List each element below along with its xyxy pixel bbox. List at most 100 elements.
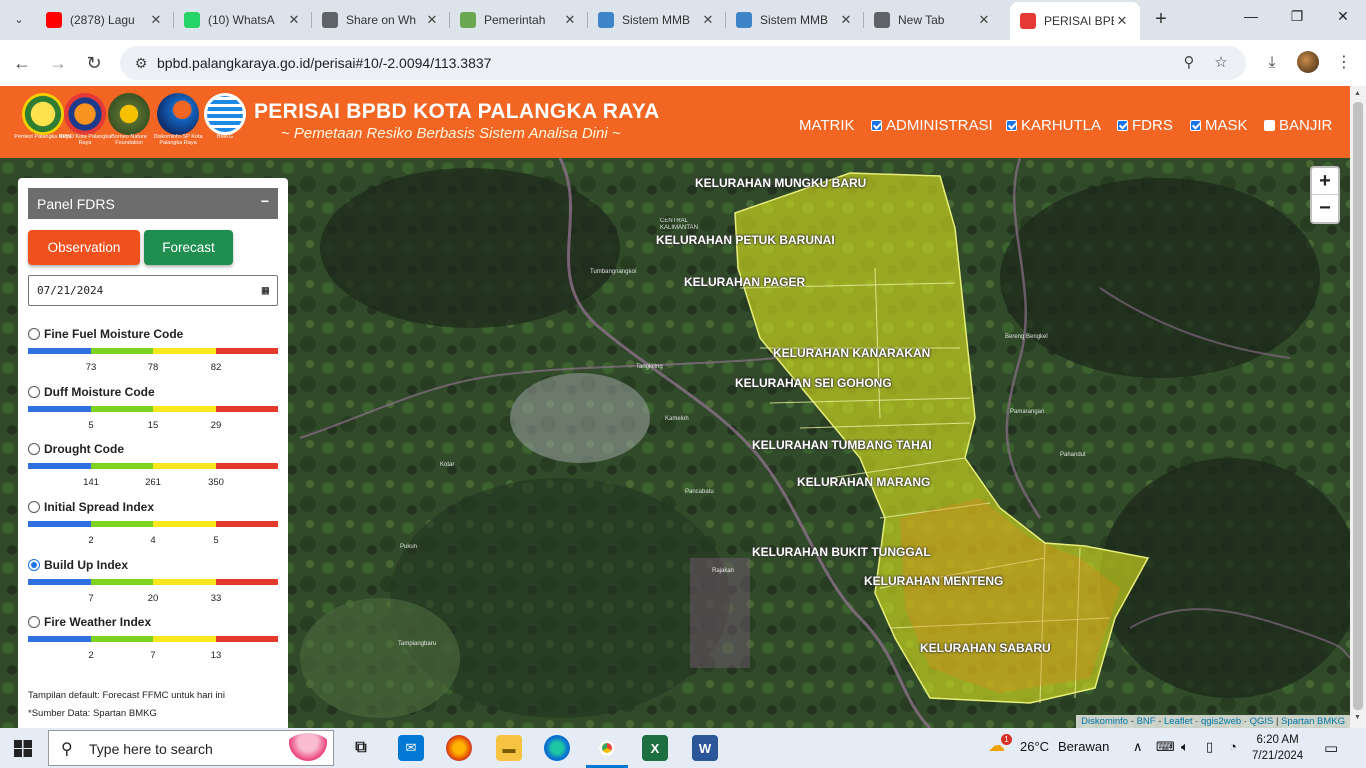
- battery-icon[interactable]: ▯: [1206, 739, 1213, 755]
- kelurahan-label[interactable]: KELURAHAN MUNGKU BARU: [695, 176, 866, 190]
- browser-tab[interactable]: Pemerintah ✕: [450, 4, 588, 36]
- reload-button[interactable]: ↻: [83, 52, 105, 74]
- edge-icon[interactable]: [544, 735, 570, 761]
- nav-item-fdrs[interactable]: FDRS: [1117, 117, 1173, 134]
- mail-icon[interactable]: ✉: [398, 735, 424, 761]
- browser-tab[interactable]: New Tab ✕: [864, 4, 1002, 36]
- zoom-out-button[interactable]: −: [1312, 195, 1338, 222]
- nav-item-matrik[interactable]: MATRIK: [799, 117, 855, 134]
- tab-close-icon[interactable]: ✕: [700, 12, 716, 28]
- attribution-link[interactable]: qgis2web: [1201, 716, 1241, 727]
- notification-icon[interactable]: ▭: [1324, 739, 1338, 757]
- browser-tab[interactable]: (2878) Lagu ✕: [36, 4, 174, 36]
- system-clock[interactable]: 6:20 AM 7/21/2024: [1252, 732, 1303, 764]
- close-window-button[interactable]: ✕: [1328, 8, 1358, 25]
- index-radio[interactable]: [28, 559, 40, 571]
- file-explorer-icon[interactable]: ▬: [496, 735, 522, 761]
- browser-tab[interactable]: PERISAI BPBD✕: [1010, 2, 1140, 40]
- kelurahan-label[interactable]: KELURAHAN SEI GOHONG: [735, 376, 892, 390]
- nav-item-mask[interactable]: MASK: [1190, 117, 1248, 134]
- browser-tab[interactable]: Sistem MMB ✕: [588, 4, 726, 36]
- kelurahan-label[interactable]: KELURAHAN BUKIT TUNGGAL: [752, 545, 931, 559]
- tab-close-icon[interactable]: ✕: [562, 12, 578, 28]
- scroll-thumb[interactable]: [1353, 102, 1363, 710]
- nav-item-banjir[interactable]: BANJIR: [1264, 117, 1332, 134]
- scroll-down-arrow[interactable]: ▼: [1354, 714, 1361, 721]
- nav-item-administrasi[interactable]: ADMINISTRASI: [871, 117, 993, 134]
- observation-button[interactable]: Observation: [28, 230, 140, 265]
- tab-search-icon[interactable]: ⌄: [8, 9, 30, 31]
- back-button[interactable]: ←: [11, 52, 33, 74]
- forecast-button[interactable]: Forecast: [144, 230, 233, 265]
- tab-close-icon[interactable]: ✕: [838, 12, 854, 28]
- url-text[interactable]: bpbd.palangkaraya.go.id/perisai#10/-2.00…: [157, 55, 491, 71]
- attribution-link[interactable]: Spartan BMKG: [1281, 716, 1345, 727]
- date-input[interactable]: 07/21/2024 ▦: [28, 275, 278, 306]
- zoom-in-button[interactable]: +: [1312, 168, 1338, 195]
- panel-collapse-button[interactable]: −: [261, 193, 269, 209]
- keyboard-icon[interactable]: ⌨: [1156, 739, 1175, 755]
- menu-kebab-icon[interactable]: ⋮: [1333, 52, 1355, 74]
- attribution-link[interactable]: BNF: [1137, 716, 1156, 727]
- kelurahan-label[interactable]: KELURAHAN TUMBANG TAHAI: [752, 438, 932, 452]
- nav-item-karhutla[interactable]: KARHUTLA: [1006, 117, 1101, 134]
- index-radio[interactable]: [28, 386, 40, 398]
- index-radio[interactable]: [28, 501, 40, 513]
- taskbar-search[interactable]: ⚲ Type here to search: [48, 730, 334, 766]
- tray-chevron-icon[interactable]: ∧: [1133, 739, 1143, 755]
- tab-close-icon[interactable]: ✕: [148, 12, 164, 28]
- layer-checkbox[interactable]: [1117, 120, 1128, 131]
- layer-checkbox[interactable]: [1006, 120, 1017, 131]
- site-info-icon[interactable]: ⚙: [132, 54, 150, 72]
- kelurahan-label[interactable]: KELURAHAN MARANG: [797, 475, 930, 489]
- index-radio[interactable]: [28, 328, 40, 340]
- weather-description[interactable]: Berawan: [1058, 739, 1109, 754]
- kelurahan-label[interactable]: KELURAHAN SABARU: [920, 641, 1051, 655]
- new-tab-button[interactable]: +: [1151, 9, 1171, 31]
- firefox-icon[interactable]: [446, 735, 472, 761]
- task-view-icon[interactable]: ⧉: [348, 735, 374, 761]
- browser-tab[interactable]: Sistem MMB ✕: [726, 4, 864, 36]
- bookmark-star-icon[interactable]: ☆: [1211, 53, 1231, 73]
- profile-avatar[interactable]: [1297, 51, 1319, 73]
- windows-start-icon[interactable]: [14, 740, 32, 757]
- tab-close-icon[interactable]: ✕: [1114, 13, 1130, 29]
- browser-tab[interactable]: (10) WhatsA ✕: [174, 4, 312, 36]
- kelurahan-label[interactable]: KELURAHAN KANARAKAN: [773, 346, 930, 360]
- weather-temp[interactable]: 26°C: [1020, 739, 1049, 754]
- wifi-icon[interactable]: ◔: [1229, 739, 1237, 754]
- attribution-link[interactable]: QGIS: [1250, 716, 1274, 727]
- attribution-link[interactable]: Leaflet: [1164, 716, 1193, 727]
- layer-checkbox[interactable]: [871, 120, 882, 131]
- tab-close-icon[interactable]: ✕: [424, 12, 440, 28]
- attribution-link[interactable]: Diskominfo: [1081, 716, 1128, 727]
- index-name[interactable]: Duff Moisture Code: [44, 385, 155, 399]
- forward-button[interactable]: →: [47, 52, 69, 74]
- kelurahan-label[interactable]: KELURAHAN MENTENG: [864, 574, 1003, 588]
- search-highlight-icon[interactable]: [285, 733, 331, 763]
- index-name[interactable]: Fine Fuel Moisture Code: [44, 327, 183, 341]
- kelurahan-label[interactable]: KELURAHAN PETUK BARUNAI: [656, 233, 835, 247]
- tab-close-icon[interactable]: ✕: [286, 12, 302, 28]
- index-radio[interactable]: [28, 443, 40, 455]
- index-radio[interactable]: [28, 616, 40, 628]
- index-name[interactable]: Initial Spread Index: [44, 500, 154, 514]
- address-bar[interactable]: ⚙ bpbd.palangkaraya.go.id/perisai#10/-2.…: [120, 46, 1246, 80]
- index-name[interactable]: Fire Weather Index: [44, 615, 151, 629]
- zoom-icon[interactable]: ⚲: [1179, 53, 1199, 73]
- layer-checkbox[interactable]: [1190, 120, 1201, 131]
- maximize-button[interactable]: ❐: [1282, 8, 1312, 25]
- index-name[interactable]: Drought Code: [44, 442, 124, 456]
- download-icon[interactable]: ⤓: [1261, 52, 1283, 74]
- kelurahan-label[interactable]: KELURAHAN PAGER: [684, 275, 805, 289]
- excel-icon[interactable]: X: [642, 735, 668, 761]
- minimize-button[interactable]: —: [1236, 8, 1266, 24]
- volume-icon[interactable]: 🔈︎: [1181, 739, 1189, 755]
- tab-close-icon[interactable]: ✕: [976, 12, 992, 28]
- scroll-up-arrow[interactable]: ▲: [1354, 90, 1361, 97]
- calendar-icon[interactable]: ▦: [262, 276, 269, 305]
- chrome-icon[interactable]: [594, 735, 620, 761]
- word-icon[interactable]: W: [692, 735, 718, 761]
- index-name[interactable]: Build Up Index: [44, 558, 128, 572]
- browser-tab[interactable]: Share on Wh ✕: [312, 4, 450, 36]
